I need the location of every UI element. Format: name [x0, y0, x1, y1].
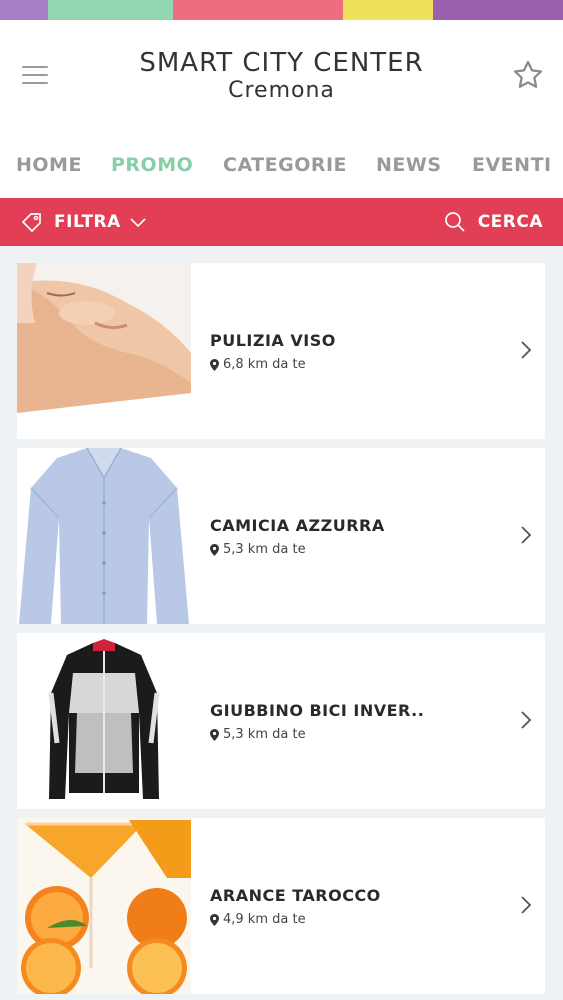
item-distance-text: 5,3 km da te	[223, 542, 306, 557]
item-title: PULIZIA VISO	[210, 331, 336, 350]
tab-news[interactable]: NEWS	[376, 154, 442, 176]
item-distance: 5,3 km da te	[210, 542, 306, 557]
location-pin-icon	[210, 728, 219, 741]
band-segment-5	[433, 0, 563, 20]
item-title: ARANCE TAROCCO	[210, 886, 381, 905]
star-icon[interactable]	[511, 58, 545, 92]
list-item[interactable]: GIUBBINO BICI INVER.. 5,3 km da te	[17, 633, 545, 809]
cycling-jacket-photo	[17, 633, 191, 809]
main-tabs: HOME PROMO CATEGORIE NEWS EVENTI	[0, 132, 563, 198]
item-distance-text: 5,3 km da te	[223, 727, 306, 742]
tab-eventi[interactable]: EVENTI	[472, 154, 552, 176]
chevron-down-icon	[130, 218, 146, 228]
chevron-right-icon	[521, 896, 532, 914]
band-segment-1	[0, 0, 48, 20]
hamburger-menu-icon[interactable]	[22, 64, 50, 86]
tag-icon	[22, 213, 41, 232]
item-distance: 5,3 km da te	[210, 727, 306, 742]
tab-promo[interactable]: PROMO	[111, 154, 193, 176]
location-pin-icon	[210, 913, 219, 926]
item-distance: 6,8 km da te	[210, 357, 306, 372]
item-distance: 4,9 km da te	[210, 912, 306, 927]
band-segment-2	[48, 0, 173, 20]
tab-home[interactable]: HOME	[16, 154, 82, 176]
app-title: SMART CITY CENTER	[139, 48, 424, 78]
search-icon	[444, 212, 465, 232]
face-treatment-photo	[17, 263, 191, 439]
chevron-right-icon	[521, 711, 532, 729]
top-color-band	[0, 0, 563, 20]
city-name: Cremona	[228, 78, 335, 103]
filter-button[interactable]: FILTRA	[20, 198, 147, 246]
search-button[interactable]: CERCA	[444, 198, 543, 246]
chevron-right-icon	[521, 341, 532, 359]
app-header: SMART CITY CENTER Cremona	[0, 20, 563, 132]
blue-shirt-photo	[17, 448, 191, 624]
band-segment-4	[343, 0, 433, 20]
chevron-right-icon	[521, 526, 532, 544]
location-pin-icon	[210, 543, 219, 556]
item-distance-text: 4,9 km da te	[223, 912, 306, 927]
filter-label: FILTRA	[54, 212, 121, 232]
search-label: CERCA	[477, 212, 543, 232]
tab-categorie[interactable]: CATEGORIE	[223, 154, 347, 176]
list-item[interactable]: CAMICIA AZZURRA 5,3 km da te	[17, 448, 545, 624]
orange-juice-photo	[17, 818, 191, 994]
list-item[interactable]: PULIZIA VISO 6,8 km da te	[17, 263, 545, 439]
list-item[interactable]: ARANCE TAROCCO 4,9 km da te	[17, 818, 545, 994]
location-pin-icon	[210, 358, 219, 371]
item-title: CAMICIA AZZURRA	[210, 516, 385, 535]
band-segment-3	[173, 0, 343, 20]
item-distance-text: 6,8 km da te	[223, 357, 306, 372]
filter-bar: FILTRA CERCA	[0, 198, 563, 246]
item-title: GIUBBINO BICI INVER..	[210, 701, 425, 720]
header-titles: SMART CITY CENTER Cremona	[90, 48, 473, 104]
